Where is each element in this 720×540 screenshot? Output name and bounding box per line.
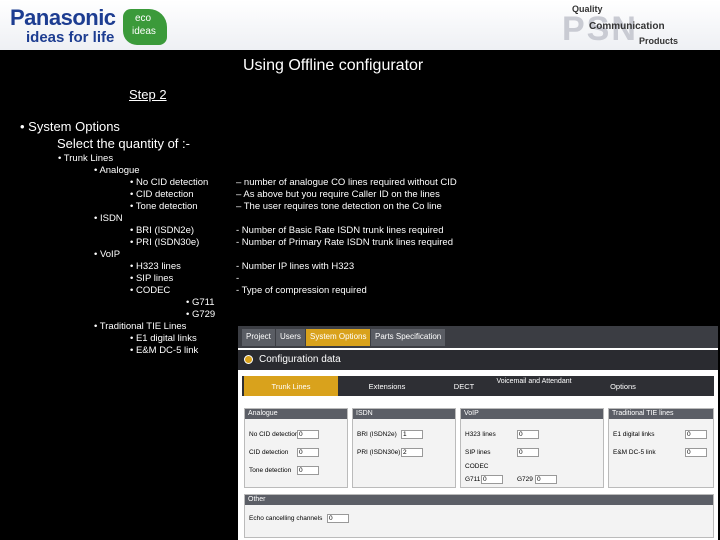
field-label: H323 lines bbox=[465, 431, 496, 438]
outline-item: • SIP lines bbox=[130, 273, 174, 284]
h323-lines-input[interactable]: 0 bbox=[517, 430, 539, 439]
outline-item: • Traditional TIE Lines bbox=[94, 321, 187, 332]
slide-title: Using Offline configurator bbox=[243, 57, 424, 74]
outline-item: • G711 bbox=[186, 297, 215, 308]
tie-lines-panel-title: Traditional TIE lines bbox=[609, 409, 713, 419]
outline-item: • E1 digital links bbox=[130, 333, 197, 344]
sub-tab-bar: Trunk Lines Extensions DECT Voicemail an… bbox=[242, 376, 714, 396]
field-label: BRI (ISDN2e) bbox=[357, 431, 397, 438]
field-label: E1 digital links bbox=[613, 431, 655, 438]
cid-detection-input[interactable]: 0 bbox=[297, 448, 319, 457]
psn-communication: Communication bbox=[589, 21, 665, 32]
configurator-screenshot: Project Users System Options Parts Speci… bbox=[238, 326, 718, 540]
voip-panel: VoIP H323 lines 0 SIP lines 0 CODEC G711… bbox=[460, 408, 604, 488]
configuration-data-header: Configuration data bbox=[238, 350, 718, 370]
note-item: - Number of Basic Rate ISDN trunk lines … bbox=[236, 225, 444, 236]
tab-users[interactable]: Users bbox=[276, 329, 305, 346]
e1-digital-links-input[interactable]: 0 bbox=[685, 430, 707, 439]
tone-detection-input[interactable]: 0 bbox=[297, 466, 319, 475]
outline-item: • Tone detection bbox=[130, 201, 198, 212]
tie-lines-panel: Traditional TIE lines E1 digital links 0… bbox=[608, 408, 714, 488]
note-item: - bbox=[236, 273, 240, 284]
system-options-bullet: • System Options bbox=[20, 119, 120, 134]
no-cid-detection-input[interactable]: 0 bbox=[297, 430, 319, 439]
subtab-trunk-lines[interactable]: Trunk Lines bbox=[244, 376, 338, 396]
field-label: Tone detection bbox=[249, 467, 292, 474]
field-label: Echo cancelling channels bbox=[249, 515, 323, 522]
field-label: CID detection bbox=[249, 449, 289, 456]
note-item: – number of analogue CO lines required w… bbox=[236, 177, 457, 188]
g711-input[interactable]: 0 bbox=[481, 475, 503, 484]
select-quantity-text: Select the quantity of :- bbox=[57, 136, 190, 151]
note-item: - Number IP lines with H323 bbox=[236, 261, 355, 272]
psn-quality: Quality bbox=[572, 4, 603, 14]
note-item: – The user requires tone detection on th… bbox=[236, 201, 442, 212]
bri-isdn2e-input[interactable]: 1 bbox=[401, 430, 423, 439]
field-label: PRI (ISDN30e) bbox=[357, 449, 401, 456]
panasonic-tagline: ideas for life bbox=[26, 29, 115, 46]
outline-item: • H323 lines bbox=[130, 261, 181, 272]
note-item: - Number of Primary Rate ISDN trunk line… bbox=[236, 237, 453, 248]
isdn-panel: ISDN BRI (ISDN2e) 1 PRI (ISDN30e) 2 bbox=[352, 408, 456, 488]
g729-label: G729 bbox=[517, 476, 533, 483]
em-dc5-link-input[interactable]: 0 bbox=[685, 448, 707, 457]
main-tab-bar: Project Users System Options Parts Speci… bbox=[238, 326, 718, 348]
g729-input[interactable]: 0 bbox=[535, 475, 557, 484]
outline-item: • Trunk Lines bbox=[58, 153, 114, 164]
outline-item: • G729 bbox=[186, 309, 216, 320]
tab-system-options[interactable]: System Options bbox=[306, 329, 371, 346]
outline-item: • BRI (ISDN2e) bbox=[130, 225, 195, 236]
panasonic-logo: Panasonic bbox=[10, 5, 116, 30]
sip-lines-input[interactable]: 0 bbox=[517, 448, 539, 457]
g711-label: G711 bbox=[465, 476, 481, 483]
outline-item: • CODEC bbox=[130, 285, 171, 296]
subtab-voicemail-attendant[interactable]: Voicemail and Attendant bbox=[494, 376, 574, 396]
outline-item: • PRI (ISDN30e) bbox=[130, 237, 200, 248]
other-panel-title: Other bbox=[245, 495, 713, 505]
subtab-dect[interactable]: DECT bbox=[436, 376, 492, 396]
outline-item: • E&M DC-5 link bbox=[130, 345, 199, 356]
outline-item: • CID detection bbox=[130, 189, 194, 200]
note-item: – As above but you require Caller ID on … bbox=[236, 189, 440, 200]
psn-products: Products bbox=[639, 36, 679, 46]
eco-line1: eco bbox=[135, 13, 152, 24]
subtab-options[interactable]: Options bbox=[576, 376, 670, 396]
tab-parts-specification[interactable]: Parts Specification bbox=[371, 329, 446, 346]
outline-item: • ISDN bbox=[94, 213, 123, 224]
configuration-data-title: Configuration data bbox=[259, 354, 341, 365]
eco-line2: ideas bbox=[132, 26, 156, 37]
analogue-panel: Analogue No CID detection 0 CID detectio… bbox=[244, 408, 348, 488]
eco-ideas-logo: eco ideas bbox=[123, 9, 167, 45]
voip-panel-title: VoIP bbox=[461, 409, 603, 419]
pri-isdn30e-input[interactable]: 2 bbox=[401, 448, 423, 457]
echo-cancelling-channels-input[interactable]: 0 bbox=[327, 514, 349, 523]
outline-item: • Analogue bbox=[94, 165, 140, 176]
isdn-panel-title: ISDN bbox=[353, 409, 455, 419]
field-label: No CID detection bbox=[249, 431, 299, 438]
outline-item: • No CID detection bbox=[130, 177, 209, 188]
field-label: E&M DC-5 link bbox=[613, 449, 656, 456]
tab-project[interactable]: Project bbox=[242, 329, 275, 346]
config-bullet-icon bbox=[244, 355, 253, 364]
note-item: - Type of compression required bbox=[236, 285, 367, 296]
codec-label: CODEC bbox=[465, 463, 489, 470]
field-label: SIP lines bbox=[465, 449, 491, 456]
header-bar: Panasonic ideas for life eco ideas PSN Q… bbox=[0, 0, 720, 50]
other-panel: Other Echo cancelling channels 0 bbox=[244, 494, 714, 538]
subtab-extensions[interactable]: Extensions bbox=[340, 376, 434, 396]
step-label: Step 2 bbox=[129, 87, 167, 102]
outline-item: • VoIP bbox=[94, 249, 121, 260]
analogue-panel-title: Analogue bbox=[245, 409, 347, 419]
